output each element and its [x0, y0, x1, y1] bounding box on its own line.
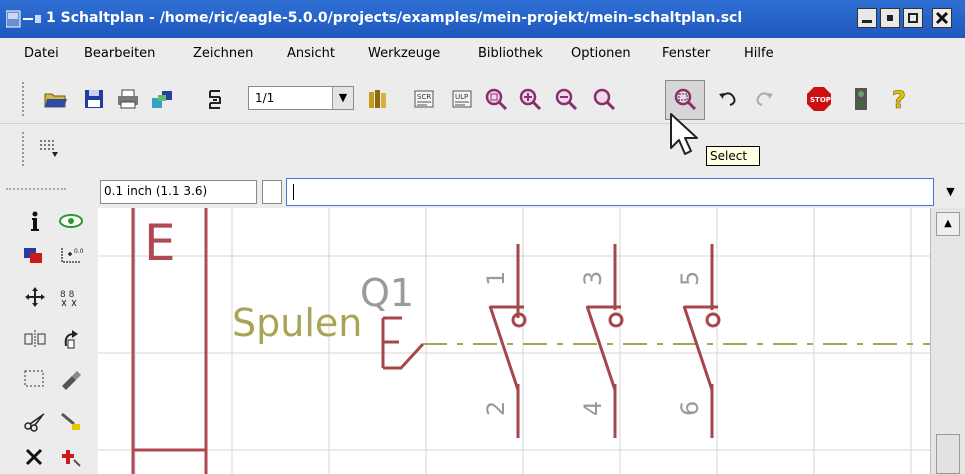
- pin-number: 3: [579, 271, 607, 286]
- mark-icon[interactable]: 0.0: [58, 244, 84, 266]
- window-title: 1 Schaltplan - /home/ric/eagle-5.0.0/pro…: [46, 10, 743, 26]
- change-icon[interactable]: [58, 368, 84, 390]
- chevron-down-icon[interactable]: ▼: [936, 178, 965, 206]
- pin-number: 1: [482, 271, 510, 286]
- undo-icon[interactable]: [716, 88, 740, 110]
- net-label: Spulen: [232, 301, 362, 345]
- scrollbar-thumb[interactable]: [936, 434, 960, 474]
- zoom-in-icon[interactable]: [518, 88, 542, 110]
- sheet-icon[interactable]: [204, 88, 228, 110]
- cut-icon[interactable]: [22, 410, 48, 432]
- move-icon[interactable]: [22, 286, 48, 308]
- vertical-scrollbar[interactable]: ▲: [930, 208, 965, 474]
- group-icon[interactable]: [22, 368, 48, 390]
- coordinate-display: 0.1 inch (1.1 3.6): [100, 180, 257, 204]
- pin-number: 6: [676, 401, 704, 416]
- save-icon[interactable]: [82, 88, 106, 110]
- svg-text:8 8: 8 8: [60, 290, 75, 300]
- scroll-up-icon[interactable]: ▲: [936, 212, 960, 236]
- grid-icon[interactable]: [38, 138, 60, 160]
- pin-number: 5: [676, 271, 704, 286]
- display-icon[interactable]: [22, 244, 48, 266]
- add-icon[interactable]: [58, 446, 84, 468]
- toolbar-grip[interactable]: [22, 132, 27, 166]
- sheet-select-value: 1/1: [255, 91, 275, 105]
- minimize-icon: [862, 20, 872, 23]
- toolbar-grip[interactable]: [6, 188, 66, 193]
- open-icon[interactable]: [44, 88, 68, 110]
- command-input[interactable]: [286, 178, 934, 206]
- pin-number: 4: [579, 401, 607, 416]
- menu-fenster[interactable]: Fenster: [662, 46, 710, 61]
- print-icon[interactable]: [116, 88, 140, 110]
- help-icon[interactable]: ?: [888, 86, 910, 112]
- svg-text:SCR: SCR: [417, 93, 431, 101]
- svg-text:ULP: ULP: [455, 93, 468, 101]
- script-icon[interactable]: SCR: [412, 88, 436, 110]
- menu-bearbeiten[interactable]: Bearbeiten: [84, 46, 155, 61]
- mirror-icon[interactable]: [22, 328, 48, 350]
- show-icon[interactable]: [58, 210, 84, 232]
- cam-icon[interactable]: [150, 88, 174, 110]
- library-icon[interactable]: [366, 88, 390, 110]
- ulp-icon[interactable]: ULP: [450, 88, 474, 110]
- delete-icon[interactable]: [22, 446, 48, 468]
- redraw-icon[interactable]: [592, 88, 616, 110]
- grid-unit-box[interactable]: [262, 180, 282, 204]
- tooltip: Select: [706, 146, 760, 166]
- schematic-drawing[interactable]: E Q1 Spulen 1 3 5 2 4 6: [98, 208, 930, 474]
- menu-ansicht[interactable]: Ansicht: [287, 46, 335, 61]
- schematic-canvas[interactable]: E Q1 Spulen 1 3 5 2 4 6: [98, 208, 930, 474]
- menu-werkzeuge[interactable]: Werkzeuge: [368, 46, 440, 61]
- minimize-button[interactable]: [857, 8, 877, 28]
- go-icon[interactable]: [850, 86, 872, 112]
- parameter-toolbar: [0, 124, 965, 174]
- sheet-select[interactable]: 1/1 ▼: [248, 86, 354, 110]
- pin-number: 2: [482, 401, 510, 416]
- paste-icon[interactable]: [58, 410, 84, 432]
- menu-bibliothek[interactable]: Bibliothek: [478, 46, 543, 61]
- maximize-button[interactable]: [880, 8, 900, 28]
- chevron-down-icon[interactable]: ▼: [332, 87, 353, 109]
- menu-hilfe[interactable]: Hilfe: [744, 46, 774, 61]
- frame-letter: E: [144, 214, 176, 272]
- svg-text:0.0: 0.0: [74, 248, 84, 255]
- mouse-pointer-icon: [670, 113, 698, 155]
- toolbar-grip[interactable]: [22, 82, 27, 116]
- menu-datei[interactable]: Datei: [24, 46, 59, 61]
- menu-optionen[interactable]: Optionen: [571, 46, 631, 61]
- svg-text:?: ?: [892, 86, 906, 112]
- eagle-app-icon[interactable]: [6, 9, 42, 29]
- grid-lines: [98, 208, 930, 474]
- copy-icon[interactable]: 8 8: [58, 286, 84, 308]
- restore-button[interactable]: [903, 8, 923, 28]
- redo-icon[interactable]: [752, 88, 776, 110]
- info-icon[interactable]: [22, 210, 48, 232]
- zoom-out-icon[interactable]: [554, 88, 578, 110]
- close-button[interactable]: [932, 8, 952, 28]
- restore-icon: [908, 13, 918, 23]
- title-bar: 1 Schaltplan - /home/ric/eagle-5.0.0/pro…: [0, 0, 965, 38]
- coil-actuator: [381, 316, 425, 370]
- menu-bar: Datei Bearbeiten Zeichnen Ansicht Werkze…: [0, 38, 965, 74]
- maximize-icon: [887, 15, 893, 21]
- menu-zeichnen[interactable]: Zeichnen: [193, 46, 253, 61]
- rotate-icon[interactable]: [58, 328, 84, 350]
- zoom-select-icon: [674, 88, 697, 110]
- zoom-fit-icon[interactable]: [484, 88, 508, 110]
- text-caret: [293, 184, 294, 200]
- part-name: Q1: [360, 271, 414, 315]
- stop-icon[interactable]: STOP: [806, 86, 832, 112]
- close-icon: [935, 11, 949, 25]
- svg-text:STOP: STOP: [810, 96, 831, 104]
